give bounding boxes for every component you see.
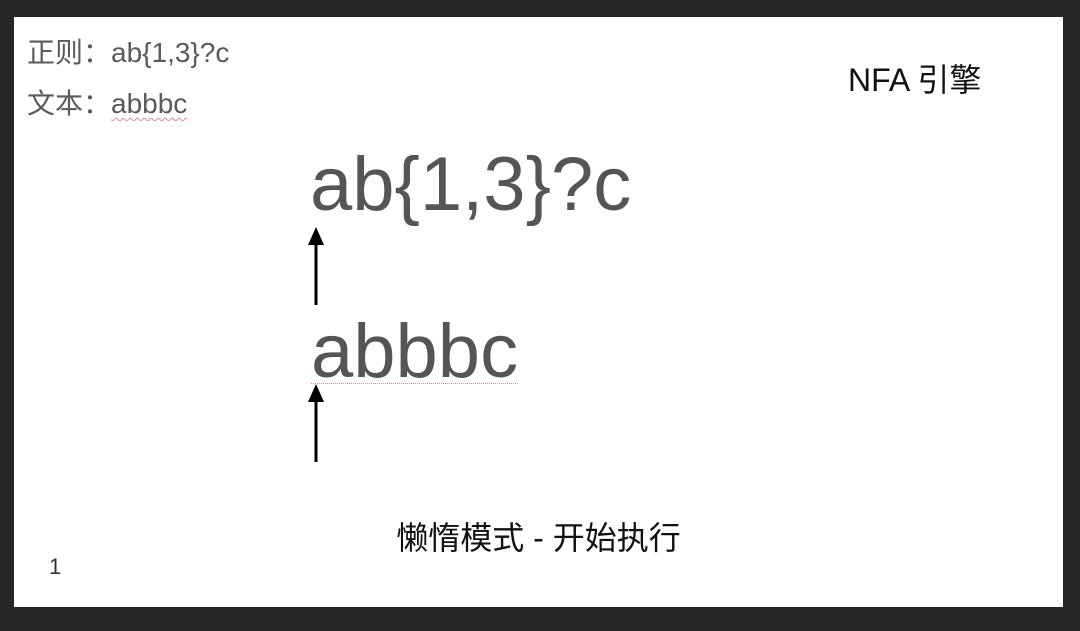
text-pointer-arrow-icon xyxy=(308,384,324,462)
text-line: 文本：abbbc xyxy=(27,90,187,118)
text-value: abbbc xyxy=(111,88,188,119)
text-label: 文本： xyxy=(27,88,112,119)
regex-value: ab{1,3}?c xyxy=(111,37,230,68)
slide: 正则：ab{1,3}?c 文本：abbbc NFA 引擎 ab{1,3}?c a… xyxy=(14,17,1063,607)
page-number: 1 xyxy=(49,554,62,579)
regex-display: ab{1,3}?c xyxy=(310,142,632,227)
regex-label: 正则： xyxy=(27,37,112,68)
regex-pointer-arrow-icon xyxy=(308,227,324,305)
engine-title: NFA 引擎 xyxy=(848,62,982,98)
regex-line: 正则：ab{1,3}?c xyxy=(27,39,229,67)
text-display: abbbc xyxy=(311,309,519,394)
step-caption: 懒惰模式 - 开始执行 xyxy=(396,520,681,556)
